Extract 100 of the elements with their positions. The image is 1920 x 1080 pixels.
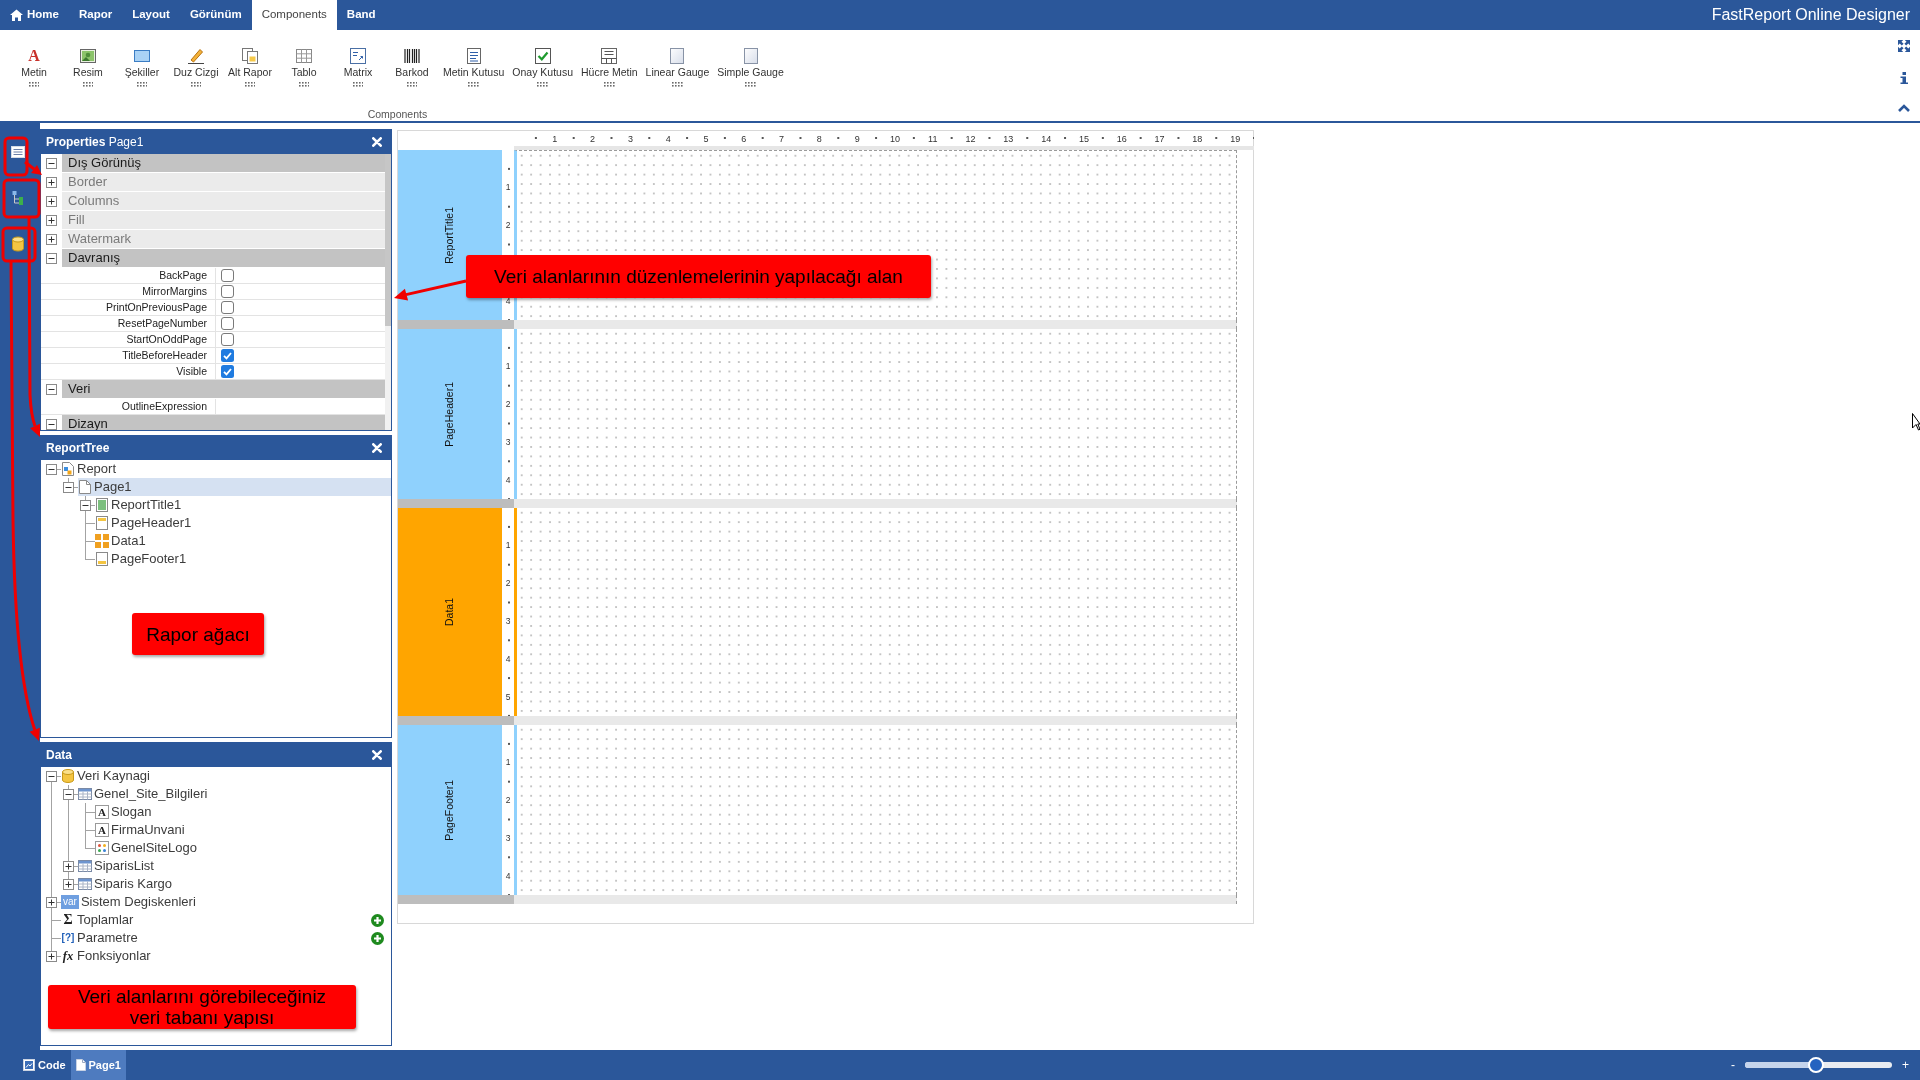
- expander-toggle[interactable]: [63, 788, 74, 800]
- cursor-icon: [1912, 413, 1920, 431]
- close-icon[interactable]: [372, 137, 382, 147]
- add-icon[interactable]: [371, 913, 384, 927]
- component-button[interactable]: Barkod: [385, 48, 439, 87]
- checkbox[interactable]: [221, 349, 234, 362]
- page-tab[interactable]: Code: [18, 1050, 71, 1080]
- band-header[interactable]: PageFooter1: [398, 725, 502, 896]
- scrollbar[interactable]: [385, 154, 391, 430]
- expander-toggle[interactable]: [46, 253, 57, 264]
- table-icon: [78, 787, 92, 801]
- tree-item[interactable]: Σ Toplamlar: [61, 911, 138, 929]
- tree-item[interactable]: SiparisList: [78, 857, 158, 875]
- menu-tab[interactable]: Band: [336, 0, 386, 30]
- checkbox[interactable]: [221, 333, 234, 346]
- expander-toggle[interactable]: [46, 770, 57, 782]
- tree-item[interactable]: A Slogan: [95, 803, 156, 821]
- expander-toggle[interactable]: [46, 158, 57, 169]
- grip-icon: [352, 82, 364, 87]
- expander-toggle[interactable]: [80, 499, 91, 511]
- band-header[interactable]: PageHeader1: [398, 329, 502, 500]
- component-button[interactable]: Duz Cizgi: [169, 48, 223, 87]
- component-button[interactable]: Simple Gauge: [713, 48, 788, 87]
- expander-toggle[interactable]: [63, 481, 74, 493]
- zoom-out-button[interactable]: -: [1727, 1058, 1739, 1072]
- tree-item[interactable]: ReportTitle1: [95, 496, 186, 514]
- component-button[interactable]: Matrix: [331, 48, 385, 87]
- document-icon: [95, 516, 109, 530]
- tree-item[interactable]: Genel_Site_Bilgileri: [78, 785, 212, 803]
- component-button[interactable]: Metin Kutusu: [439, 48, 509, 87]
- grip-icon: [244, 82, 256, 87]
- component-button[interactable]: Onay Kutusu: [508, 48, 577, 87]
- tree-item[interactable]: Report: [61, 460, 121, 478]
- ruler-label: 4: [505, 296, 511, 306]
- checkbox[interactable]: [221, 317, 234, 330]
- info-icon[interactable]: [1900, 72, 1908, 84]
- menu-tab[interactable]: Rapor: [68, 0, 123, 30]
- expander-toggle[interactable]: [63, 860, 74, 872]
- ruler-label: 1: [552, 133, 558, 144]
- ruler-label: 10: [889, 133, 900, 144]
- chevron-up-icon[interactable]: [1898, 104, 1910, 112]
- expander-toggle[interactable]: [46, 177, 57, 188]
- tree-item[interactable]: Page1: [78, 478, 391, 496]
- zoom-in-button[interactable]: +: [1898, 1058, 1913, 1072]
- grip-icon: [82, 82, 94, 87]
- list-icon[interactable]: [10, 144, 26, 160]
- checkbox[interactable]: [221, 365, 234, 378]
- menu-tab[interactable]: Görünüm: [179, 0, 252, 30]
- checkbox[interactable]: [221, 301, 234, 314]
- ruler-label: 2: [505, 400, 511, 410]
- component-button[interactable]: Tablo: [277, 48, 331, 87]
- tree-item[interactable]: Veri Kaynagi: [61, 767, 154, 785]
- component-button[interactable]: A Metin: [7, 48, 61, 87]
- tree-item[interactable]: var Sistem Degiskenleri: [61, 893, 200, 911]
- expander-toggle[interactable]: [46, 950, 57, 962]
- expander-toggle[interactable]: [46, 896, 57, 908]
- page-tab[interactable]: Page1: [70, 1050, 126, 1080]
- panel-title: Properties Page1: [46, 134, 144, 151]
- property-name: BackPage: [159, 269, 207, 282]
- tree-item[interactable]: Data1: [95, 532, 150, 550]
- component-button[interactable]: Hücre Metin: [577, 48, 642, 87]
- tree-item[interactable]: PageFooter1: [95, 550, 191, 568]
- fullscreen-icon[interactable]: [1898, 40, 1910, 52]
- component-button[interactable]: Linear Gauge: [641, 48, 714, 87]
- expander-toggle[interactable]: [46, 196, 57, 207]
- grip-icon: [136, 82, 148, 87]
- database-icon[interactable]: [10, 236, 26, 252]
- expander-toggle[interactable]: [46, 215, 57, 226]
- tree-icon[interactable]: [10, 190, 26, 206]
- checkbox[interactable]: [221, 269, 234, 282]
- table-icon: [296, 48, 312, 64]
- grip-icon: [745, 82, 756, 87]
- annotation-arrow: [24, 160, 42, 175]
- menu-tab[interactable]: Layout: [122, 0, 180, 30]
- component-button[interactable]: Resim: [61, 48, 115, 87]
- tree-item[interactable]: Siparis Kargo: [78, 875, 177, 893]
- band-header[interactable]: Data1: [398, 508, 502, 717]
- expander-toggle[interactable]: [46, 463, 57, 475]
- component-button[interactable]: Şekiller: [115, 48, 169, 87]
- ruler-label: 15: [1078, 133, 1089, 144]
- tree-item[interactable]: fx Fonksiyonlar: [61, 947, 155, 965]
- tree-item[interactable]: [?] Parametre: [61, 929, 142, 947]
- tree-item[interactable]: GenelSiteLogo: [95, 839, 201, 857]
- tree-item[interactable]: A FirmaUnvani: [95, 821, 189, 839]
- close-icon[interactable]: [372, 750, 382, 760]
- image-field-icon: [95, 841, 109, 855]
- expander-toggle[interactable]: [46, 384, 57, 395]
- add-icon[interactable]: [371, 931, 384, 945]
- tree-item[interactable]: PageHeader1: [95, 514, 196, 532]
- component-button[interactable]: Alt Rapor: [223, 48, 277, 87]
- expander-toggle[interactable]: [46, 419, 57, 430]
- menu-tab[interactable]: Components: [251, 0, 337, 30]
- menu-tab[interactable]: Home: [0, 0, 69, 30]
- expander-toggle[interactable]: [46, 234, 57, 245]
- slider-thumb[interactable]: [1807, 1057, 1824, 1073]
- panel-title: Data: [46, 747, 72, 764]
- expander-toggle[interactable]: [63, 878, 74, 890]
- close-icon[interactable]: [372, 443, 382, 453]
- page-icon: [78, 480, 92, 494]
- checkbox[interactable]: [221, 285, 234, 298]
